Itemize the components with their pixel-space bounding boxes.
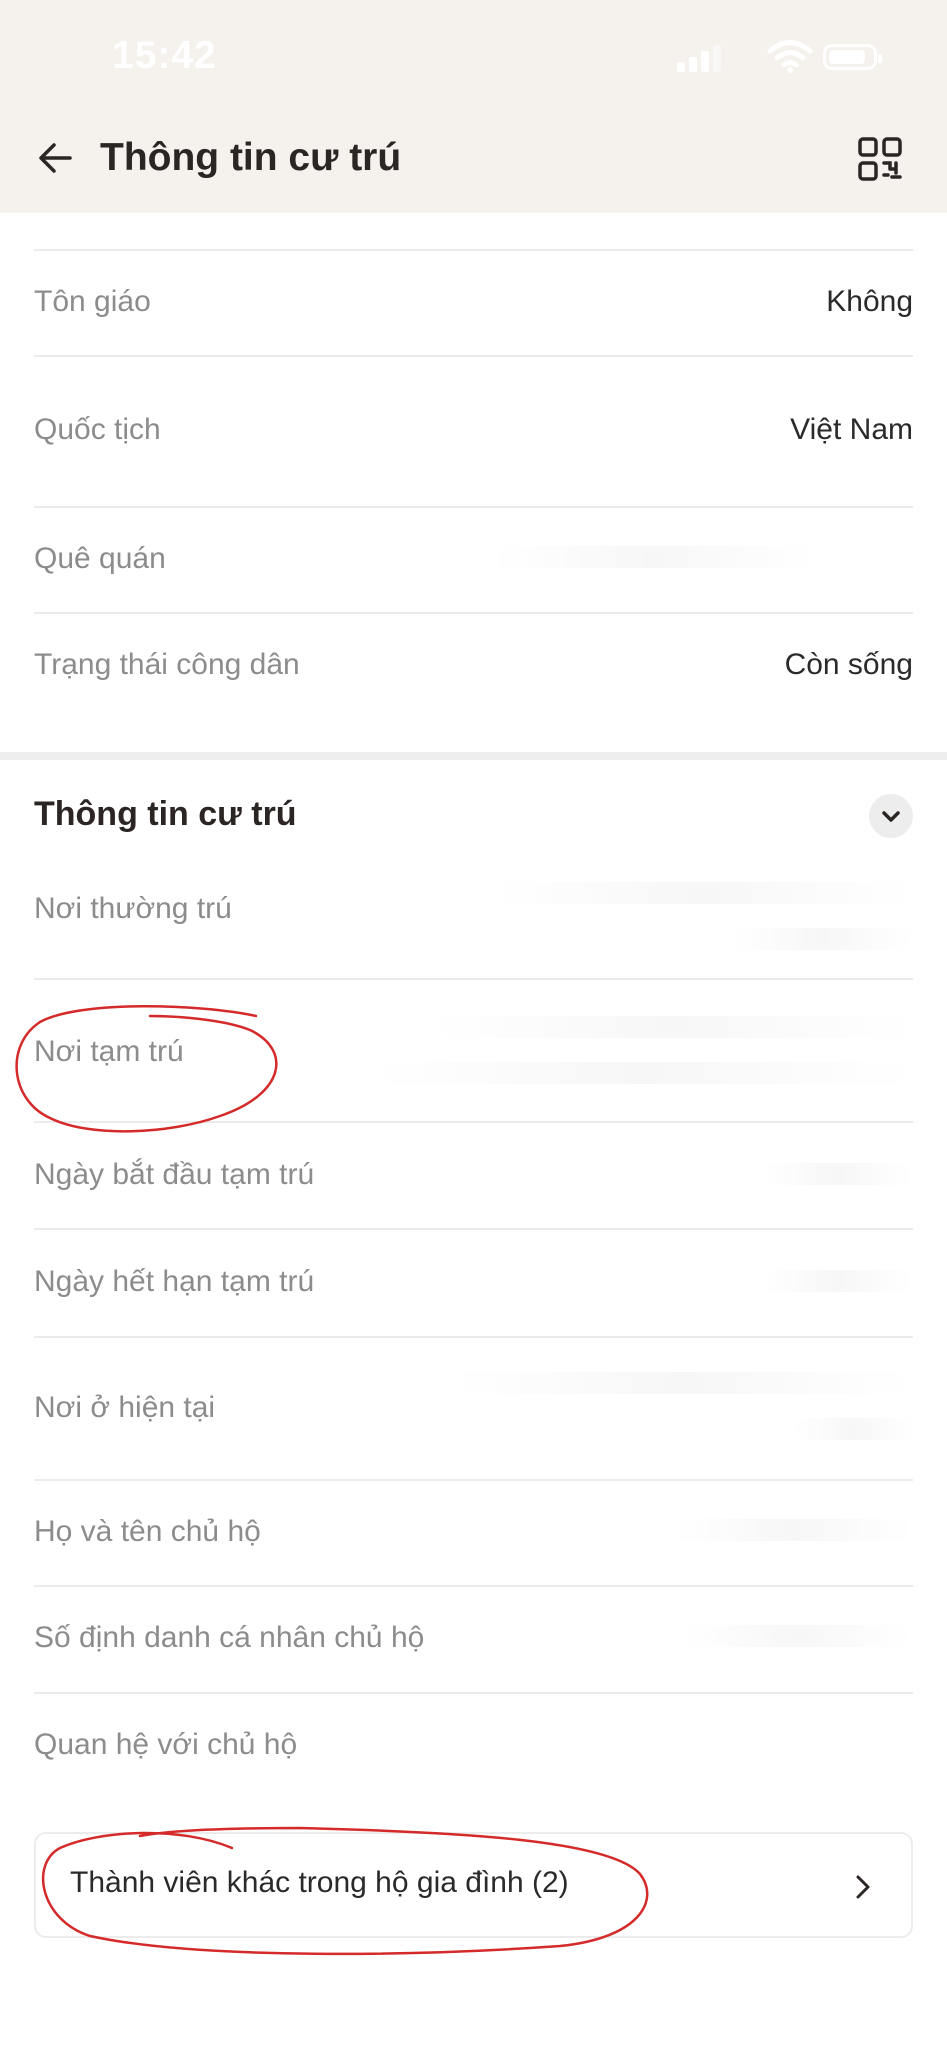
info-row-citizen-status: Trạng thái công dân Còn sống [34,614,913,724]
redacted-value [433,1016,913,1038]
household-members-label: Thành viên khác trong hộ gia đình (2) [70,1866,569,1899]
info-row-household-head-name: Họ và tên chủ hộ [34,1481,913,1587]
redacted-value [763,1163,913,1185]
redacted-value [493,882,913,904]
info-row-temporary-residence[interactable]: Nơi tạm trú [34,980,913,1123]
redacted-value [733,928,913,950]
row-label: Trạng thái công dân [34,648,300,681]
row-label: Nơi tạm trú [34,1035,184,1068]
signal-bar-icon [701,51,709,72]
info-row-current-residence: Nơi ở hiện tại [34,1338,913,1481]
redacted-value [673,1519,913,1541]
redacted-value [683,1625,913,1647]
battery-icon [823,44,882,70]
row-label: Số định danh cá nhân chủ hộ [34,1621,425,1654]
status-icons [677,38,882,78]
chevron-down-icon[interactable] [869,794,913,838]
row-value: Còn sống [784,648,913,681]
redacted-value [793,1418,913,1440]
status-time: 15:42 [112,34,217,77]
row-label: Họ và tên chủ hộ [34,1515,261,1548]
redacted-value [373,1062,913,1084]
row-label: Nơi ở hiện tại [34,1391,216,1424]
row-label: Quê quán [34,542,166,575]
info-row-household-head-id: Số định danh cá nhân chủ hộ [34,1587,913,1694]
signal-bar-icon [713,45,721,72]
app-header: 15:42 Thông tin cư trú [0,0,947,213]
row-value: Việt Nam [790,413,913,446]
info-row-permanent-residence: Nơi thường trú [34,870,913,980]
info-row-religion: Tôn giáo Không [34,251,913,357]
household-members-button[interactable]: Thành viên khác trong hộ gia đình (2) [34,1832,913,1938]
redacted-value [453,1372,913,1394]
info-row-relation-to-head: Quan hệ với chủ hộ [34,1694,913,1802]
page-title: Thông tin cư trú [100,136,402,179]
arrow-left-icon[interactable] [34,136,78,180]
section-divider [0,752,947,760]
redacted-value [763,1270,913,1292]
row-label: Ngày hết hạn tạm trú [34,1265,315,1298]
row-label: Quốc tịch [34,413,161,446]
row-label: Ngày bắt đầu tạm trú [34,1158,315,1191]
signal-bar-icon [677,62,685,72]
chevron-right-icon [856,1875,870,1899]
wifi-icon [767,40,813,73]
row-label: Quan hệ với chủ hộ [34,1728,298,1761]
row-label: Tôn giáo [34,285,151,318]
info-row-temporary-start-date: Ngày bắt đầu tạm trú [34,1123,913,1230]
row-label: Nơi thường trú [34,892,232,925]
info-row-temporary-end-date: Ngày hết hạn tạm trú [34,1230,913,1338]
section-title: Thông tin cư trú [34,795,297,833]
row-value: Không [826,285,913,318]
info-row-nationality: Quốc tịch Việt Nam [34,357,913,508]
redacted-value [493,546,813,568]
qr-code-icon[interactable] [857,136,903,182]
info-row-hometown: Quê quán [34,508,913,614]
signal-bar-icon [689,57,697,72]
